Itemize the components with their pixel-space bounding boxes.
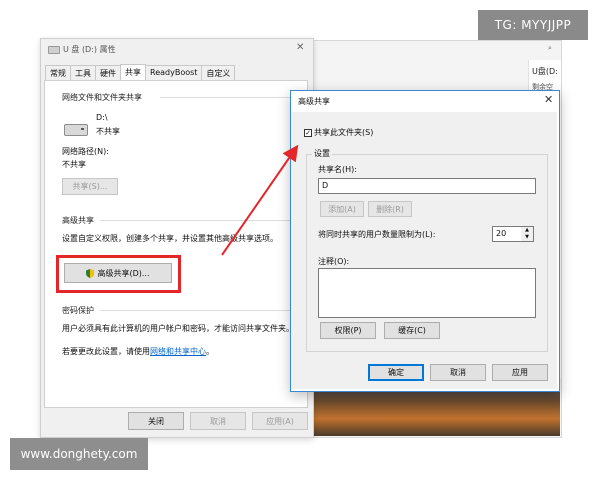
properties-title: U 盘 (D:) 属性: [63, 45, 116, 54]
share-folder-checkbox[interactable]: ✓: [304, 128, 312, 137]
share-button[interactable]: 共享(S)...: [62, 178, 118, 195]
explorer-drive-label[interactable]: U盘(D:: [532, 66, 558, 77]
advanced-sharing-title: 高级共享: [298, 97, 330, 106]
user-limit-label: 将同时共享的用户数量限制为(L):: [318, 230, 436, 239]
drive-icon: [48, 45, 60, 54]
advanced-apply-button[interactable]: 应用: [492, 364, 548, 381]
password-protection-group-title: 密码保护: [62, 306, 94, 315]
share-name-input[interactable]: D: [318, 178, 536, 194]
drive-path: D:\: [96, 113, 108, 122]
properties-apply-button[interactable]: 应用(A): [252, 412, 308, 430]
comment-textarea[interactable]: [318, 268, 536, 318]
password-change-prefix: 若要更改此设置，请使用: [62, 347, 150, 356]
advanced-close-icon[interactable]: ✕: [544, 93, 553, 106]
share-folder-option[interactable]: ✓ 共享此文件夹(S): [304, 127, 373, 138]
advanced-cancel-button[interactable]: 取消: [430, 364, 486, 381]
group-divider: [100, 310, 300, 311]
advanced-ok-button[interactable]: 确定: [368, 364, 424, 381]
group-divider: [160, 97, 300, 98]
share-name-label: 共享名(H):: [318, 165, 357, 174]
password-protection-description: 用户必须具有此计算机的用户帐户和密码，才能访问共享文件夹。: [62, 324, 294, 333]
network-path-label: 网络路径(N):: [62, 147, 109, 156]
user-limit-input[interactable]: 20: [492, 226, 522, 242]
properties-cancel-button[interactable]: 取消: [190, 412, 246, 430]
password-change-line: 若要更改此设置，请使用网络和共享中心。: [62, 346, 214, 357]
spinner-down-icon[interactable]: ▼: [521, 234, 533, 241]
network-sharing-center-link[interactable]: 网络和共享中心: [150, 347, 206, 356]
spinner-up-icon[interactable]: ▲: [521, 227, 533, 234]
comment-label: 注释(O):: [318, 257, 350, 266]
tg-watermark: TG: MYYJJPP: [478, 10, 588, 40]
user-limit-spinner[interactable]: ▲ ▼: [521, 226, 534, 242]
search-icon[interactable]: ⌕: [548, 44, 560, 56]
settings-group-title: 设置: [312, 148, 332, 159]
drive-large-icon: [64, 124, 88, 136]
network-path-value: 不共享: [62, 160, 86, 169]
password-change-suffix: 。: [206, 347, 214, 356]
highlight-frame: [56, 255, 181, 293]
tab-sharing[interactable]: 共享: [120, 64, 146, 81]
group-divider: [100, 220, 300, 221]
share-folder-label: 共享此文件夹(S): [314, 128, 374, 137]
properties-title-bar: U 盘 (D:) 属性: [48, 44, 116, 55]
properties-close-button[interactable]: 关闭: [128, 412, 184, 430]
drive-share-status: 不共享: [96, 127, 120, 136]
add-share-name-button[interactable]: 添加(A): [320, 201, 364, 217]
advanced-sharing-group-title: 高级共享: [62, 216, 94, 225]
properties-close-icon[interactable]: ✕: [296, 42, 304, 53]
remove-share-name-button[interactable]: 删除(R): [368, 201, 412, 217]
site-watermark: www.donghety.com: [10, 438, 148, 470]
advanced-sharing-description: 设置自定义权限，创建多个共享，并设置其他高级共享选项。: [62, 234, 278, 243]
caching-button[interactable]: 缓存(C): [384, 322, 440, 339]
permissions-button[interactable]: 权限(P): [320, 322, 376, 339]
network-sharing-group-title: 网络文件和文件夹共享: [62, 93, 142, 102]
